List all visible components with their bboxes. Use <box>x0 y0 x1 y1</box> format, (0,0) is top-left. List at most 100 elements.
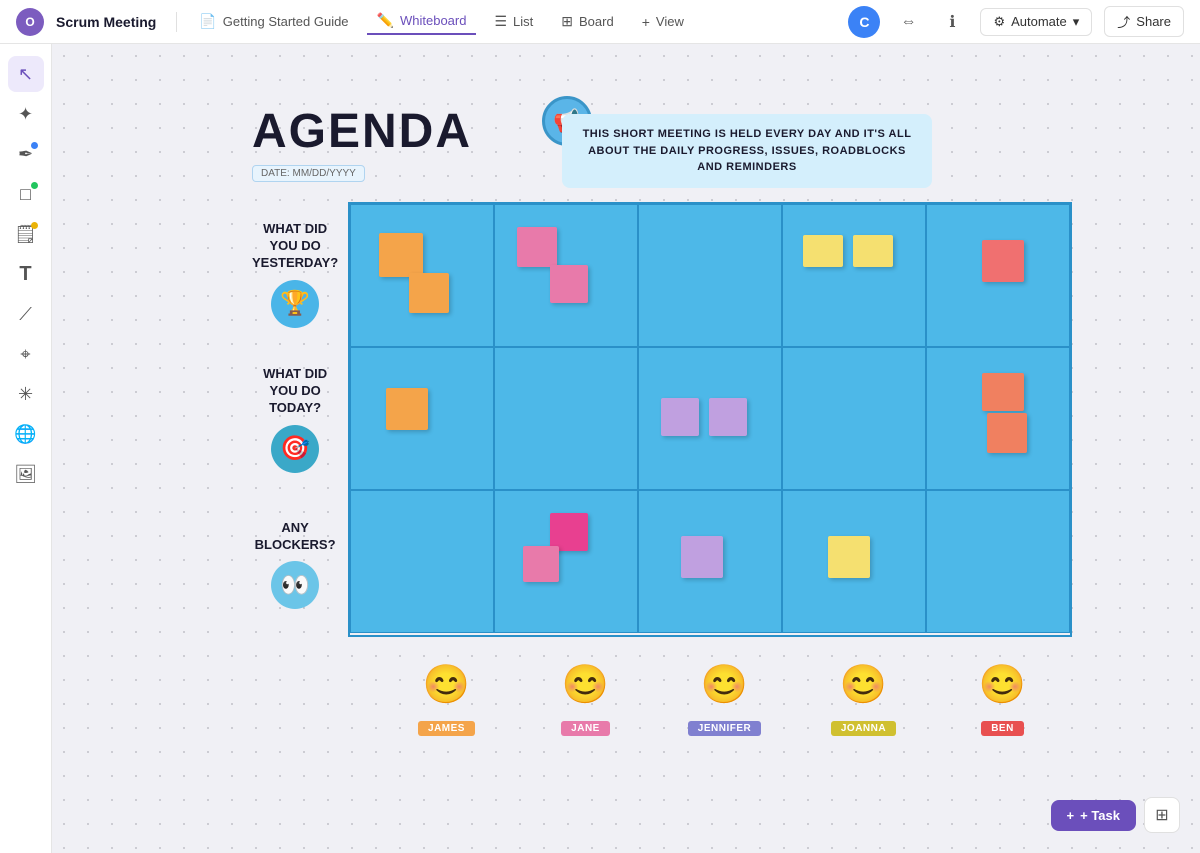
share-label: Share <box>1136 14 1171 29</box>
cell-r1c2 <box>494 204 638 347</box>
today-label: What did you do today? <box>252 366 338 417</box>
text-tool-button[interactable]: T <box>8 256 44 292</box>
jane-label: JANE <box>561 721 610 736</box>
fit-width-button[interactable]: ⇔ <box>892 6 924 38</box>
tab-whiteboard[interactable]: ✏️ Whiteboard <box>367 8 477 35</box>
jennifer-smiley: 😊 <box>697 657 753 713</box>
eyes-icon: 👀 <box>271 561 319 609</box>
board-grid <box>348 202 1072 637</box>
cell-r2c4 <box>782 347 926 490</box>
tab-getting-started-label: Getting Started Guide <box>223 14 349 29</box>
sticky-note[interactable] <box>982 240 1024 282</box>
effects-icon: ✳ <box>18 384 33 405</box>
joanna-label: JOANNA <box>831 721 896 736</box>
sticky-note[interactable] <box>803 235 843 267</box>
tab-list[interactable]: ☰ List <box>484 9 543 34</box>
tab-list-label: List <box>513 14 533 29</box>
label-blockers: Any blockers? 👀 <box>252 492 338 637</box>
note-tool-button[interactable]: 🗒 <box>8 216 44 252</box>
list-icon: ☰ <box>494 13 507 30</box>
info-button[interactable]: ℹ <box>936 6 968 38</box>
sticky-note[interactable] <box>709 398 747 436</box>
plus-icon: + <box>1067 808 1075 823</box>
sticky-note[interactable] <box>409 273 449 313</box>
cell-r1c5 <box>926 204 1070 347</box>
sticky-note[interactable] <box>982 373 1024 411</box>
plus-icon: + <box>642 14 650 30</box>
automate-chevron-icon: ▾ <box>1073 14 1080 30</box>
tab-view-label: View <box>656 14 684 29</box>
note-dot <box>31 222 38 229</box>
effects-tool-button[interactable]: ✳ <box>8 376 44 412</box>
sticky-note[interactable] <box>379 233 423 277</box>
ben-label: BEN <box>981 721 1024 736</box>
james-smiley: 😊 <box>419 657 475 713</box>
sticky-note[interactable] <box>828 536 870 578</box>
sticky-note[interactable] <box>550 265 588 303</box>
doc-icon: 📄 <box>199 13 216 30</box>
connector-tool-button[interactable]: ⟋ <box>8 296 44 332</box>
select-tool-button[interactable]: ↖ <box>8 56 44 92</box>
share-button[interactable]: ⤴ Share <box>1104 6 1184 37</box>
shape-dot <box>31 182 38 189</box>
header-right: C ⇔ ℹ ⚙ Automate ▾ ⤴ Share <box>848 6 1184 38</box>
tab-board-label: Board <box>579 14 614 29</box>
sticky-note[interactable] <box>523 546 559 582</box>
automate-icon: ⚙ <box>993 14 1005 30</box>
sticky-note[interactable] <box>681 536 723 578</box>
grid-icon: ⊞ <box>1155 805 1168 825</box>
ben-smiley: 😊 <box>975 657 1031 713</box>
sticky-note[interactable] <box>853 235 893 267</box>
cell-r3c2 <box>494 490 638 633</box>
connector-icon: ⟋ <box>19 304 32 325</box>
sparkle-icon: ✦ <box>18 104 33 125</box>
team-member-jane: 😊 JANE <box>516 657 655 736</box>
app-logo: O <box>16 8 44 36</box>
tab-getting-started[interactable]: 📄 Getting Started Guide <box>189 9 358 34</box>
rectangle-icon: □ <box>20 184 31 205</box>
header: O Scrum Meeting 📄 Getting Started Guide … <box>0 0 1200 44</box>
jane-smiley: 😊 <box>558 657 614 713</box>
team-member-joanna: 😊 JOANNA <box>794 657 933 736</box>
shape-tool-button[interactable]: □ <box>8 176 44 212</box>
description-text: This short meeting is held every day and… <box>583 128 912 173</box>
sticky-note[interactable] <box>987 413 1027 453</box>
main-grid: What did you do yesterday? 🏆 What did yo… <box>252 202 1072 637</box>
board-icon: ⊞ <box>561 13 573 30</box>
label-today: What did you do today? 🎯 <box>252 347 338 492</box>
cursor-icon: ↖ <box>18 64 33 85</box>
trophy-icon: 🏆 <box>271 280 319 328</box>
links-tool-button[interactable]: ⌖ <box>8 336 44 372</box>
team-member-james: 😊 JAMES <box>377 657 516 736</box>
cell-r3c1 <box>350 490 494 633</box>
text-icon: T <box>19 263 31 286</box>
pen-dot <box>31 142 38 149</box>
header-divider <box>176 12 177 32</box>
jennifer-label: JENNIFER <box>688 721 761 736</box>
globe-icon: 🌐 <box>14 424 36 445</box>
sticky-note[interactable] <box>517 227 557 267</box>
pen-tool-button[interactable]: ✒ <box>8 136 44 172</box>
whiteboard-content: AGENDA DATE: MM/DD/YYYY 📢 This short mee… <box>252 104 1072 736</box>
cell-r2c1 <box>350 347 494 490</box>
tab-view[interactable]: + View <box>632 10 694 34</box>
sticky-note[interactable] <box>386 388 428 430</box>
cell-r1c1 <box>350 204 494 347</box>
sticky-note[interactable] <box>661 398 699 436</box>
team-member-ben: 😊 BEN <box>933 657 1072 736</box>
magic-tool-button[interactable]: ✦ <box>8 96 44 132</box>
james-label: JAMES <box>418 721 475 736</box>
grid-view-button[interactable]: ⊞ <box>1144 797 1180 833</box>
canvas-area[interactable]: AGENDA DATE: MM/DD/YYYY 📢 This short mee… <box>52 44 1200 853</box>
automate-button[interactable]: ⚙ Automate ▾ <box>980 8 1092 36</box>
add-task-button[interactable]: + + Task <box>1051 800 1136 831</box>
media-button[interactable]: 🖼 <box>8 456 44 492</box>
cell-r2c5 <box>926 347 1070 490</box>
cell-r1c3 <box>638 204 782 347</box>
cell-r3c4 <box>782 490 926 633</box>
share-icon: ⤴ <box>1117 12 1130 31</box>
cell-r2c2 <box>494 347 638 490</box>
globe-button[interactable]: 🌐 <box>8 416 44 452</box>
tab-whiteboard-label: Whiteboard <box>400 13 466 28</box>
tab-board[interactable]: ⊞ Board <box>551 9 623 34</box>
